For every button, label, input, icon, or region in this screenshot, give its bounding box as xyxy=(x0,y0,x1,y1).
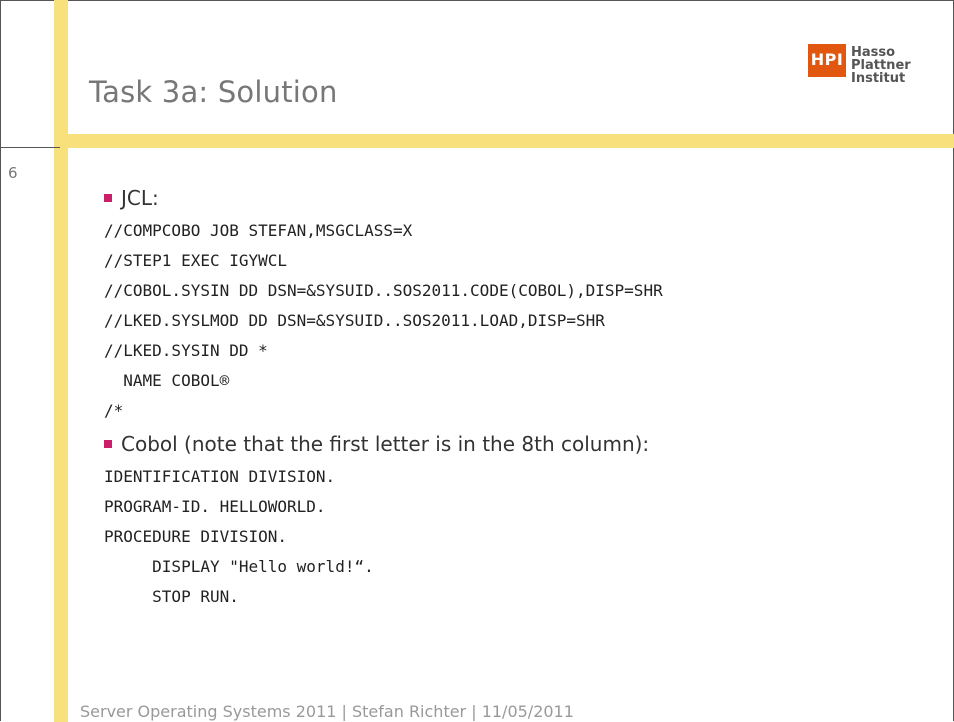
slide-content: JCL: //COMPCOBO JOB STEFAN,MSGCLASS=X //… xyxy=(104,180,663,612)
code-line: NAME COBOL® xyxy=(104,371,230,390)
code-line: //STEP1 EXEC IGYWCL xyxy=(104,251,288,270)
code-line: /* xyxy=(104,401,124,420)
left-divider xyxy=(0,147,60,148)
code-line: //LKED.SYSIN DD * xyxy=(104,341,268,360)
code-line: PROCEDURE DIVISION. xyxy=(104,527,288,546)
code-line: PROGRAM-ID. HELLOWORLD. xyxy=(104,497,326,516)
hpi-logo: HPI Hasso Plattner Institut xyxy=(808,44,928,92)
code-line: STOP RUN. xyxy=(104,587,239,606)
logo-line: Institut xyxy=(851,71,906,86)
code-line: //COMPCOBO JOB STEFAN,MSGCLASS=X xyxy=(104,221,413,240)
left-accent-bar xyxy=(54,0,68,722)
bullet-text: JCL: xyxy=(121,186,159,210)
code-line: IDENTIFICATION DIVISION. xyxy=(104,467,336,486)
code-line: //COBOL.SYSIN DD DSN=&SYSUID..SOS2011.CO… xyxy=(104,281,663,300)
bullet-square-icon xyxy=(104,194,112,202)
code-line: DISPLAY "Hello world!“. xyxy=(104,557,374,576)
bullet-text: Cobol (note that the first letter is in … xyxy=(121,432,650,456)
hpi-logo-text: Hasso Plattner Institut xyxy=(851,46,911,85)
bullet-square-icon xyxy=(104,440,112,448)
slide-number: 6 xyxy=(8,164,18,182)
bullet-item: Cobol (note that the first letter is in … xyxy=(104,426,663,462)
slide-title: Task 3a: Solution xyxy=(89,75,338,109)
slide-footer: Server Operating Systems 2011 | Stefan R… xyxy=(80,702,574,721)
hpi-logo-badge: HPI xyxy=(808,44,846,77)
header-accent-bar xyxy=(54,134,954,148)
code-line: //LKED.SYSLMOD DD DSN=&SYSUID..SOS2011.L… xyxy=(104,311,605,330)
bullet-item: JCL: xyxy=(104,180,663,216)
